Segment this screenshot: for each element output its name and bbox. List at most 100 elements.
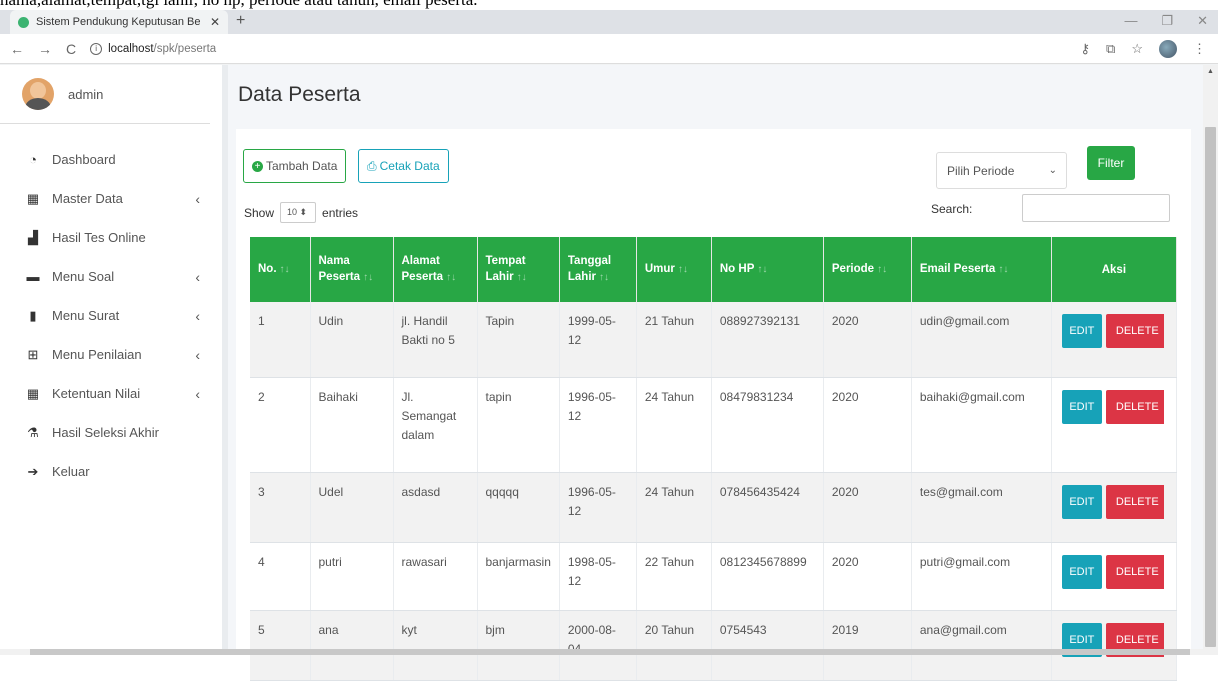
edit-button[interactable]: EDIT bbox=[1061, 389, 1102, 424]
sort-icon: ↑↓ bbox=[757, 264, 768, 275]
print-data-label: Cetak Data bbox=[379, 159, 440, 173]
sidebar-item-menu-surat[interactable]: ▮ Menu Surat ‹ bbox=[0, 296, 222, 335]
sort-icon: ↑↓ bbox=[516, 272, 527, 283]
cell-no: 5 bbox=[250, 610, 311, 681]
chevron-left-icon: ‹ bbox=[195, 269, 200, 285]
col-header-nohp[interactable]: No HP ↑↓ bbox=[711, 237, 824, 302]
minimize-icon[interactable]: — bbox=[1124, 13, 1137, 29]
cell-alamat: rawasari bbox=[393, 542, 478, 611]
restore-icon[interactable]: ❐ bbox=[1161, 13, 1173, 29]
sidebar-item-label: Menu Soal bbox=[52, 269, 115, 284]
col-header-alamat[interactable]: Alamat Peserta ↑↓ bbox=[393, 237, 478, 302]
cell-actions: EDIT DELETE bbox=[1051, 610, 1177, 681]
horizontal-scrollbar[interactable] bbox=[0, 649, 1218, 655]
horizontal-scroll-thumb[interactable] bbox=[30, 649, 1190, 655]
sidebar-item-label: Hasil Seleksi Akhir bbox=[52, 425, 159, 440]
cell-nohp: 088927392131 bbox=[711, 302, 824, 378]
cell-nama: Udin bbox=[310, 302, 394, 378]
cell-nohp: 0812345678899 bbox=[711, 542, 824, 611]
cell-periode: 2020 bbox=[823, 302, 912, 378]
key-icon[interactable]: ⚷ bbox=[1081, 41, 1091, 57]
page-title: Data Peserta bbox=[238, 83, 361, 106]
delete-button[interactable]: DELETE bbox=[1105, 389, 1164, 424]
user-panel[interactable]: admin bbox=[0, 65, 210, 124]
col-header-nama[interactable]: Nama Peserta ↑↓ bbox=[310, 237, 394, 302]
user-name: admin bbox=[68, 86, 104, 102]
back-icon[interactable]: ← bbox=[10, 41, 24, 57]
sidebar-item-ketentuan-nilai[interactable]: ▦ Ketentuan Nilai ‹ bbox=[0, 374, 222, 413]
profile-icon[interactable] bbox=[1159, 40, 1177, 58]
book-icon: ▬ bbox=[26, 269, 40, 284]
new-tab-icon[interactable]: + bbox=[236, 12, 245, 30]
cell-alamat: Jl. Semangat dalam bbox=[393, 377, 478, 473]
toolbar-icons: ⚷ ⧉ ☆ ⋮ bbox=[1081, 40, 1206, 58]
sidebar-item-master-data[interactable]: ▦ Master Data ‹ bbox=[0, 179, 222, 218]
edit-button[interactable]: EDIT bbox=[1061, 484, 1102, 519]
cell-actions: EDIT DELETE bbox=[1051, 377, 1177, 473]
delete-button[interactable]: DELETE bbox=[1105, 314, 1164, 348]
cell-nohp: 08479831234 bbox=[711, 377, 824, 473]
window-controls: — ❐ ✕ bbox=[1124, 13, 1208, 29]
sign-out-icon: ➔ bbox=[27, 464, 39, 479]
search-input[interactable] bbox=[1022, 194, 1170, 222]
sort-icon: ↑↓ bbox=[363, 272, 374, 283]
browser-tab[interactable]: Sistem Pendukung Keputusan Be ✕ bbox=[10, 10, 228, 34]
edit-button[interactable]: EDIT bbox=[1061, 554, 1102, 589]
table-row: 1 Udin jl. Handil Bakti no 5 Tapin 1999-… bbox=[250, 302, 1177, 378]
print-data-button[interactable]: ⎙ Cetak Data bbox=[358, 149, 449, 183]
menu-dots-icon[interactable]: ⋮ bbox=[1193, 41, 1206, 57]
col-header-umur[interactable]: Umur ↑↓ bbox=[636, 237, 712, 302]
cell-alamat: kyt bbox=[393, 610, 478, 681]
sidebar-item-label: Hasil Tes Online bbox=[52, 230, 146, 245]
sidebar-item-label: Keluar bbox=[52, 464, 90, 479]
delete-button[interactable]: DELETE bbox=[1105, 484, 1164, 519]
col-header-tempat[interactable]: Tempat Lahir ↑↓ bbox=[477, 237, 560, 302]
translate-icon[interactable]: ⧉ bbox=[1106, 41, 1115, 57]
add-data-label: Tambah Data bbox=[266, 159, 338, 173]
url-field[interactable]: i localhost/spk/peserta bbox=[90, 42, 217, 55]
col-header-no[interactable]: No. ↑↓ bbox=[250, 237, 311, 302]
filter-button[interactable]: Filter bbox=[1087, 146, 1135, 180]
period-select[interactable]: Pilih Periode ⌄ bbox=[936, 152, 1067, 189]
sidebar-menu: ◔ Dashboard ▦ Master Data ‹ ▟ Hasil Tes Onli… bbox=[0, 140, 222, 491]
forward-icon[interactable]: → bbox=[38, 41, 52, 57]
sidebar-item-dashboard[interactable]: ◔ Dashboard bbox=[0, 140, 222, 179]
tab-title: Sistem Pendukung Keputusan Be bbox=[36, 16, 201, 28]
close-window-icon[interactable]: ✕ bbox=[1197, 13, 1208, 29]
reload-icon[interactable]: C bbox=[66, 41, 76, 57]
edit-button[interactable]: EDIT bbox=[1061, 314, 1102, 348]
sidebar-item-hasil-tes-online[interactable]: ▟ Hasil Tes Online bbox=[0, 218, 222, 257]
sidebar-item-hasil-seleksi-akhir[interactable]: ⚗ Hasil Seleksi Akhir bbox=[0, 413, 222, 452]
cell-nohp: 078456435424 bbox=[711, 472, 824, 543]
sidebar-item-menu-soal[interactable]: ▬ Menu Soal ‹ bbox=[0, 257, 222, 296]
chevron-left-icon: ‹ bbox=[195, 347, 200, 363]
sidebar: admin ◔ Dashboard ▦ Master Data ‹ ▟ Hasil Te… bbox=[0, 65, 228, 649]
close-tab-icon[interactable]: ✕ bbox=[210, 15, 220, 29]
sort-icon: ↑↓ bbox=[677, 264, 688, 275]
entries-length-control: Show 10 ⬍ entries bbox=[244, 202, 358, 223]
sidebar-item-keluar[interactable]: ➔ Keluar bbox=[0, 452, 222, 491]
chevron-left-icon: ‹ bbox=[195, 308, 200, 324]
cell-email: ana@gmail.com bbox=[911, 610, 1052, 681]
add-data-button[interactable]: + Tambah Data bbox=[243, 149, 347, 183]
col-header-tanggal[interactable]: Tanggal Lahir ↑↓ bbox=[559, 237, 637, 302]
col-header-email[interactable]: Email Peserta ↑↓ bbox=[911, 237, 1052, 302]
scroll-up-icon[interactable]: ▲ bbox=[1207, 68, 1214, 75]
info-icon[interactable]: i bbox=[90, 42, 103, 55]
cell-actions: EDIT DELETE bbox=[1051, 472, 1177, 543]
delete-button[interactable]: DELETE bbox=[1105, 554, 1164, 589]
cell-nama: ana bbox=[310, 610, 394, 681]
sort-icon: ↑↓ bbox=[998, 264, 1009, 275]
url-path: /spk/peserta bbox=[153, 42, 217, 55]
sidebar-item-menu-penilaian[interactable]: ⊞ Menu Penilaian ‹ bbox=[0, 335, 222, 374]
star-icon[interactable]: ☆ bbox=[1131, 41, 1143, 57]
col-header-periode[interactable]: Periode ↑↓ bbox=[823, 237, 912, 302]
cell-email: putri@gmail.com bbox=[911, 542, 1052, 611]
vertical-scrollbar[interactable]: ▲ bbox=[1203, 65, 1218, 649]
plus-square-icon: ⊞ bbox=[27, 347, 39, 362]
cell-umur: 20 Tahun bbox=[636, 610, 712, 681]
cell-umur: 24 Tahun bbox=[636, 472, 712, 543]
entries-select[interactable]: 10 ⬍ bbox=[280, 202, 317, 223]
vertical-scroll-thumb[interactable] bbox=[1205, 127, 1216, 647]
cell-tempat: tapin bbox=[477, 377, 560, 473]
